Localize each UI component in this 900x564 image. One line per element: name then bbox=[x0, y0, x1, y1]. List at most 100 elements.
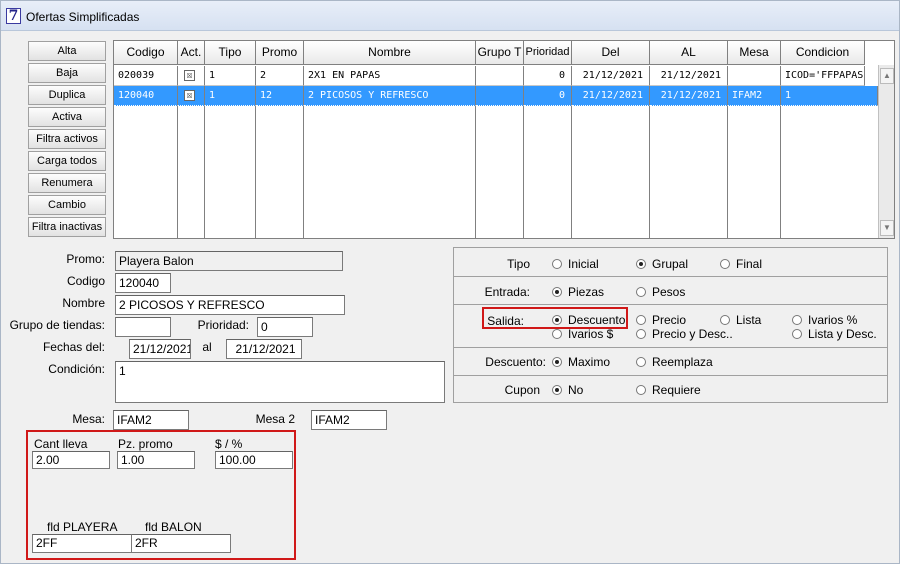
col-line bbox=[649, 106, 650, 238]
mesa-label: Mesa: bbox=[72, 412, 105, 426]
tipo-final-radio[interactable]: Final bbox=[720, 257, 762, 271]
fld-balon-label: fld BALON bbox=[145, 520, 202, 534]
col-header-act[interactable]: Act. bbox=[178, 41, 205, 65]
cell-codigo: 120040 bbox=[114, 86, 178, 106]
col-header-nombre[interactable]: Nombre bbox=[304, 41, 476, 65]
pz-promo-label: Pz. promo bbox=[118, 437, 173, 451]
descuento-reemplaza-radio[interactable]: Reemplaza bbox=[636, 355, 713, 369]
col-line bbox=[780, 106, 781, 238]
codigo-label: Codigo bbox=[66, 274, 105, 288]
fechas-label: Fechas del: bbox=[42, 340, 105, 354]
col-header-tipo[interactable]: Tipo bbox=[205, 41, 256, 65]
duplica-button[interactable]: Duplica bbox=[28, 85, 106, 105]
activa-button[interactable]: Activa bbox=[28, 107, 106, 127]
col-header-codigo[interactable]: Codigo bbox=[114, 41, 178, 65]
renumera-button[interactable]: Renumera bbox=[28, 173, 106, 193]
col-header-mesa[interactable]: Mesa bbox=[728, 41, 781, 65]
carga-todos-button[interactable]: Carga todos bbox=[28, 151, 106, 171]
cell-tipo: 1 bbox=[205, 66, 256, 86]
salida-lista-desc-radio[interactable]: Lista y Desc. bbox=[792, 327, 877, 341]
cell-prioridad: 0 bbox=[524, 86, 572, 106]
col-line bbox=[571, 106, 572, 238]
cell-promo: 2 bbox=[256, 66, 304, 86]
cell-nombre: 2 PICOSOS Y REFRESCO bbox=[304, 86, 476, 106]
promo-label: Promo: bbox=[66, 252, 105, 266]
offers-grid[interactable]: Codigo Act. Tipo Promo Nombre Grupo T Pr… bbox=[113, 40, 895, 239]
cell-tipo: 1 bbox=[205, 86, 256, 106]
mesa2-field[interactable]: IFAM2 bbox=[311, 410, 387, 430]
col-header-grupo[interactable]: Grupo T bbox=[476, 41, 524, 65]
app-icon: 7 bbox=[6, 8, 21, 24]
active-checkbox[interactable]: ☒ bbox=[184, 70, 195, 81]
filtra-activos-button[interactable]: Filtra activos bbox=[28, 129, 106, 149]
cambio-button[interactable]: Cambio bbox=[28, 195, 106, 215]
col-header-al[interactable]: AL bbox=[650, 41, 728, 65]
active-checkbox[interactable]: ☒ bbox=[184, 90, 195, 101]
descuento-label: Descuento: bbox=[485, 355, 546, 369]
condicion-textarea[interactable]: 1 bbox=[115, 361, 445, 403]
entrada-label: Entrada: bbox=[484, 285, 530, 299]
salida-precio-desc-radio[interactable]: Precio y Desc.. bbox=[636, 327, 733, 341]
col-header-condicion[interactable]: Condicion bbox=[781, 41, 865, 65]
tipo-label: Tipo bbox=[507, 257, 530, 271]
cell-act[interactable]: ☒ bbox=[178, 86, 205, 106]
promo-field[interactable]: Playera Balon bbox=[115, 251, 343, 271]
mesa2-label: Mesa 2 bbox=[255, 412, 295, 426]
col-header-promo[interactable]: Promo bbox=[256, 41, 304, 65]
cell-act[interactable]: ☒ bbox=[178, 66, 205, 86]
filtra-inactivas-button[interactable]: Filtra inactivas bbox=[28, 217, 106, 237]
entrada-piezas-radio[interactable]: Piezas bbox=[552, 285, 604, 299]
cant-lleva-field[interactable]: 2.00 bbox=[32, 451, 110, 469]
tipo-inicial-radio[interactable]: Inicial bbox=[552, 257, 599, 271]
cupon-row: Cupon No Requiere bbox=[454, 376, 887, 403]
cell-prioridad: 0 bbox=[524, 66, 572, 86]
salida-highlight-box bbox=[482, 307, 628, 329]
nombre-field[interactable]: 2 PICOSOS Y REFRESCO bbox=[115, 295, 345, 315]
salida-lista-radio[interactable]: Lista bbox=[720, 313, 761, 327]
scroll-up-icon[interactable]: ▲ bbox=[880, 68, 894, 84]
nombre-label: Nombre bbox=[62, 296, 105, 310]
pct-field[interactable]: 100.00 bbox=[215, 451, 293, 469]
fld-playera-field[interactable]: 2FF bbox=[32, 534, 132, 553]
col-line bbox=[303, 106, 304, 238]
pz-promo-field[interactable]: 1.00 bbox=[117, 451, 195, 469]
grupo-tiendas-field[interactable] bbox=[115, 317, 171, 337]
title-bar[interactable]: 7 Ofertas Simplificadas bbox=[1, 1, 899, 31]
col-header-prioridad[interactable]: Prioridad bbox=[524, 41, 572, 65]
cupon-no-radio[interactable]: No bbox=[552, 383, 583, 397]
descuento-maximo-radio[interactable]: Maximo bbox=[552, 355, 610, 369]
col-line bbox=[177, 106, 178, 238]
cell-grupo bbox=[476, 86, 524, 106]
cell-mesa: IFAM2 bbox=[728, 86, 781, 106]
fecha-del-field[interactable]: 21/12/2021 bbox=[129, 339, 191, 359]
prioridad-field[interactable]: 0 bbox=[257, 317, 313, 337]
salida-ivarios-dollar-radio[interactable]: Ivarios $ bbox=[552, 327, 613, 341]
cell-al: 21/12/2021 bbox=[650, 66, 728, 86]
cell-al: 21/12/2021 bbox=[650, 86, 728, 106]
mesa-field[interactable]: IFAM2 bbox=[113, 410, 189, 430]
grid-scrollbar[interactable]: ▲ ▼ bbox=[878, 65, 894, 238]
cell-condicion: ICOD='FFPAPAS bbox=[781, 66, 865, 86]
cell-codigo: 020039 bbox=[114, 66, 178, 86]
cell-nombre: 2X1 EN PAPAS bbox=[304, 66, 476, 86]
descuento-row: Descuento: Maximo Reemplaza bbox=[454, 348, 887, 376]
col-line bbox=[204, 106, 205, 238]
fecha-al-field[interactable]: 21/12/2021 bbox=[226, 339, 302, 359]
col-line bbox=[727, 106, 728, 238]
salida-ivarios-pct-radio[interactable]: Ivarios % bbox=[792, 313, 857, 327]
cell-grupo bbox=[476, 66, 524, 86]
fld-balon-field[interactable]: 2FR bbox=[131, 534, 231, 553]
entrada-pesos-radio[interactable]: Pesos bbox=[636, 285, 685, 299]
baja-button[interactable]: Baja bbox=[28, 63, 106, 83]
salida-precio-radio[interactable]: Precio bbox=[636, 313, 686, 327]
tipo-grupal-radio[interactable]: Grupal bbox=[636, 257, 688, 271]
alta-button[interactable]: Alta bbox=[28, 41, 106, 61]
cupon-requiere-radio[interactable]: Requiere bbox=[636, 383, 701, 397]
al-label: al bbox=[202, 340, 212, 354]
tipo-row: Tipo Inicial Grupal Final bbox=[454, 248, 887, 277]
codigo-field[interactable]: 120040 bbox=[115, 273, 171, 293]
scroll-down-icon[interactable]: ▼ bbox=[880, 220, 894, 236]
col-header-del[interactable]: Del bbox=[572, 41, 650, 65]
main-window: 7 Ofertas Simplificadas Alta Baja Duplic… bbox=[0, 0, 900, 564]
grupo-tiendas-label: Grupo de tiendas: bbox=[9, 318, 105, 332]
